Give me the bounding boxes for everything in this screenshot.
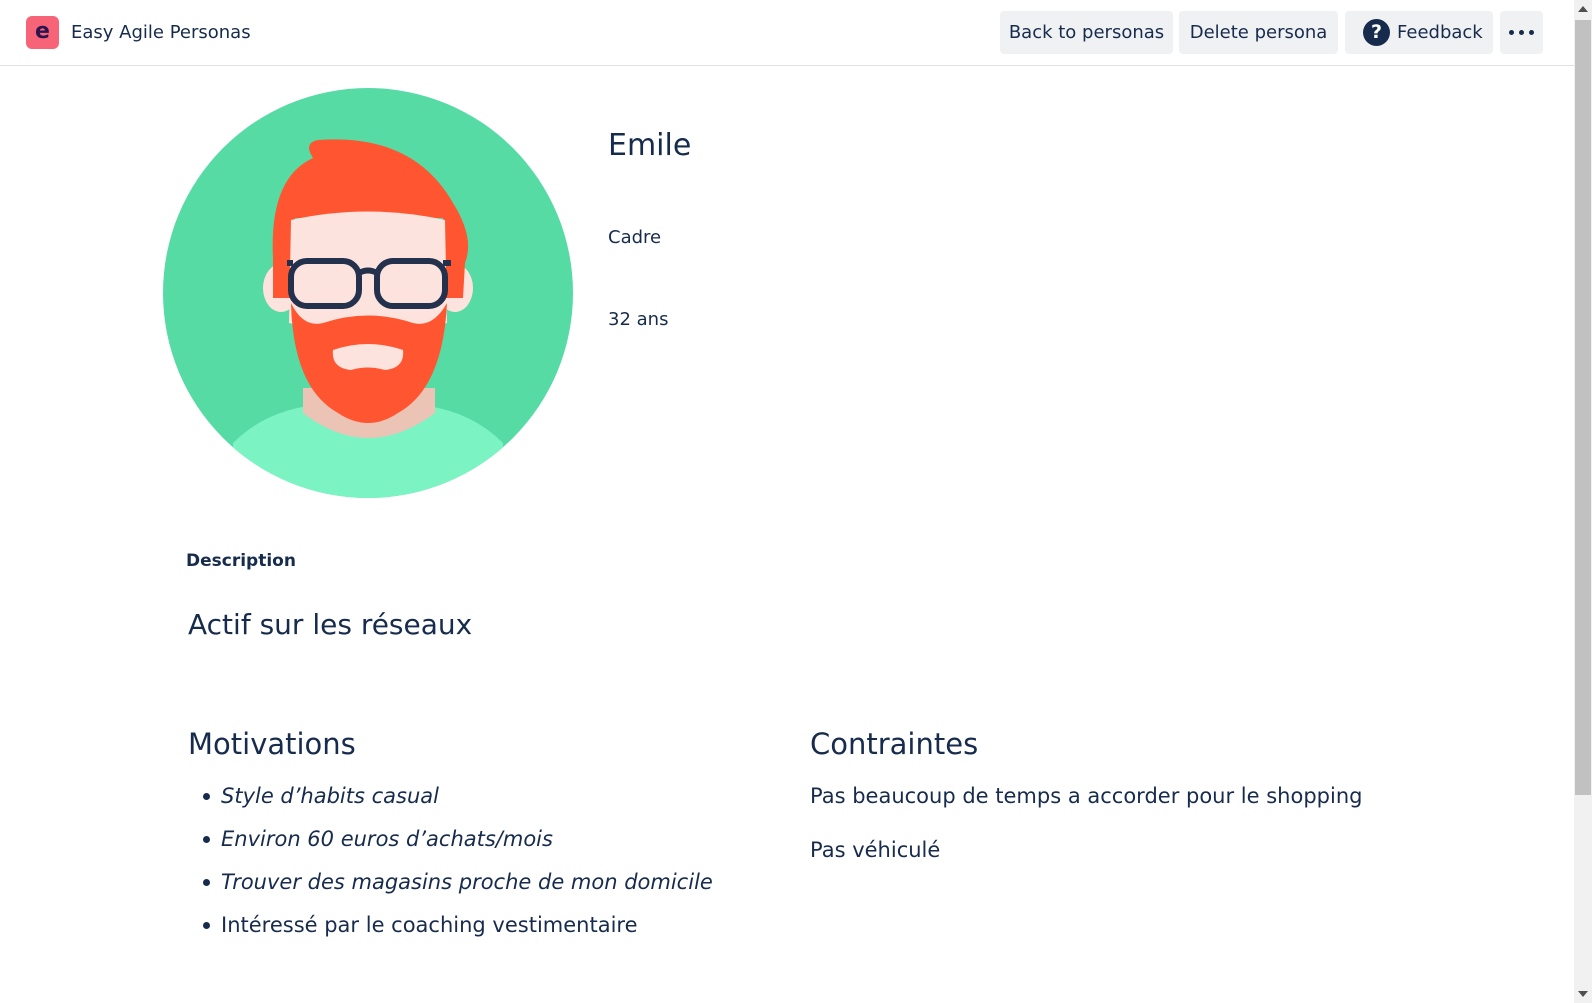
persona-age[interactable]: 32 ans [608,308,668,332]
back-to-personas-button[interactable]: Back to personas [1000,11,1173,54]
persona-role[interactable]: Cadre [608,226,661,250]
bullet-icon [203,793,210,800]
more-actions-button[interactable] [1500,11,1543,54]
list-item: Trouver des magasins proche de mon domic… [188,868,713,911]
constraints-list[interactable]: Pas beaucoup de temps a accorder pour le… [810,782,1362,890]
scroll-down-arrow-icon[interactable] [1578,991,1588,997]
avatar-mouth [332,344,404,370]
page-scrollbar[interactable] [1574,0,1592,1003]
bullet-icon [203,922,210,929]
persona-page: e Easy Agile Personas Back to personas D… [0,0,1592,1003]
persona-name[interactable]: Emile [608,126,691,166]
scroll-thumb[interactable] [1575,20,1591,795]
bullet-icon [203,879,210,886]
list-item: Environ 60 euros d’achats/mois [188,825,713,868]
description-text[interactable]: Actif sur les réseaux [188,607,472,643]
delete-persona-button[interactable]: Delete persona [1179,11,1338,54]
constraints-title: Contraintes [810,727,979,761]
persona-avatar[interactable] [163,88,573,498]
description-label: Description [186,551,296,571]
app-title[interactable]: Easy Agile Personas [71,21,251,45]
top-bar: e Easy Agile Personas Back to personas D… [0,0,1574,66]
list-item: Pas beaucoup de temps a accorder pour le… [810,784,1363,808]
app-logo[interactable]: e [26,16,59,49]
list-item: Pas véhiculé [810,838,941,862]
bullet-icon [203,836,210,843]
help-icon: ? [1363,19,1390,46]
scroll-up-arrow-icon[interactable] [1578,6,1588,12]
feedback-label: Feedback [1397,22,1483,43]
logo-letter: e [35,19,50,44]
feedback-button[interactable]: ? Feedback [1345,11,1493,54]
motivations-list[interactable]: Style d’habits casual Environ 60 euros d… [188,782,713,954]
list-item: Style d’habits casual [188,782,713,825]
more-horizontal-icon [1509,30,1535,36]
list-item: Intéressé par le coaching vestimentaire [188,911,713,954]
motivations-title: Motivations [188,727,356,761]
